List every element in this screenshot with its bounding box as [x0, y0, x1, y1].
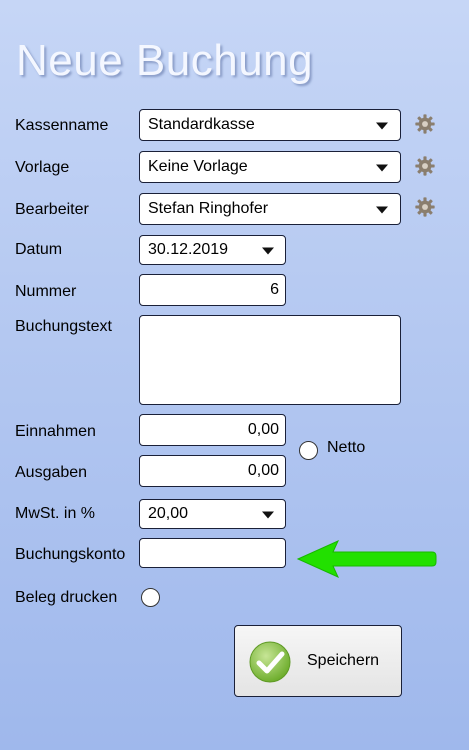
buchungskonto-input[interactable]: [139, 538, 286, 568]
kassenname-value: Standardkasse: [148, 116, 255, 133]
buchungskonto-label: Buchungskonto: [15, 546, 126, 563]
ausgaben-value: 0,00: [247, 462, 279, 479]
bearbeiter-label: Bearbeiter: [15, 201, 89, 218]
page-title: Neue Buchung: [16, 36, 314, 85]
bearbeiter-value: Stefan Ringhofer: [148, 200, 269, 217]
beleg-drucken-checkbox[interactable]: [141, 588, 160, 607]
ausgaben-input[interactable]: 0,00: [139, 455, 286, 487]
vorlage-select[interactable]: Keine Vorlage: [139, 151, 401, 183]
mwst-label: MwSt. in %: [15, 505, 96, 522]
kassenname-select[interactable]: Standardkasse: [139, 109, 401, 141]
chevron-down-icon[interactable]: [376, 164, 388, 172]
datum-label: Datum: [15, 241, 63, 258]
kassenname-label: Kassenname: [15, 117, 109, 134]
einnahmen-value: 0,00: [247, 421, 279, 438]
beleg-drucken-label: Beleg drucken: [15, 589, 118, 606]
nummer-value: 6: [270, 281, 279, 298]
gear-icon[interactable]: [414, 196, 436, 218]
vorlage-label: Vorlage: [15, 159, 70, 176]
mwst-value: 20,00: [148, 505, 189, 522]
checkmark-icon: [249, 641, 291, 683]
gear-icon[interactable]: [414, 113, 436, 135]
save-button[interactable]: Speichern: [234, 625, 402, 697]
chevron-down-icon[interactable]: [262, 511, 274, 519]
mwst-select[interactable]: 20,00: [139, 499, 286, 529]
chevron-down-icon[interactable]: [262, 247, 274, 255]
datum-value: 30.12.2019: [148, 241, 229, 258]
einnahmen-label: Einnahmen: [15, 423, 96, 440]
nummer-input[interactable]: 6: [139, 274, 286, 306]
save-button-label: Speichern: [307, 652, 380, 669]
einnahmen-input[interactable]: 0,00: [139, 414, 286, 446]
gear-icon[interactable]: [414, 155, 436, 177]
bearbeiter-select[interactable]: Stefan Ringhofer: [139, 193, 401, 225]
netto-label: Netto: [327, 439, 366, 456]
chevron-down-icon[interactable]: [376, 206, 388, 214]
chevron-down-icon[interactable]: [376, 122, 388, 130]
vorlage-value: Keine Vorlage: [148, 158, 248, 175]
netto-radio[interactable]: [299, 441, 318, 460]
buchungstext-textarea[interactable]: [139, 315, 401, 405]
arrow-left-icon: [296, 540, 437, 578]
ausgaben-label: Ausgaben: [15, 464, 88, 481]
buchungstext-label: Buchungstext: [15, 318, 112, 335]
nummer-label: Nummer: [15, 283, 77, 300]
datum-date-picker[interactable]: 30.12.2019: [139, 235, 286, 265]
